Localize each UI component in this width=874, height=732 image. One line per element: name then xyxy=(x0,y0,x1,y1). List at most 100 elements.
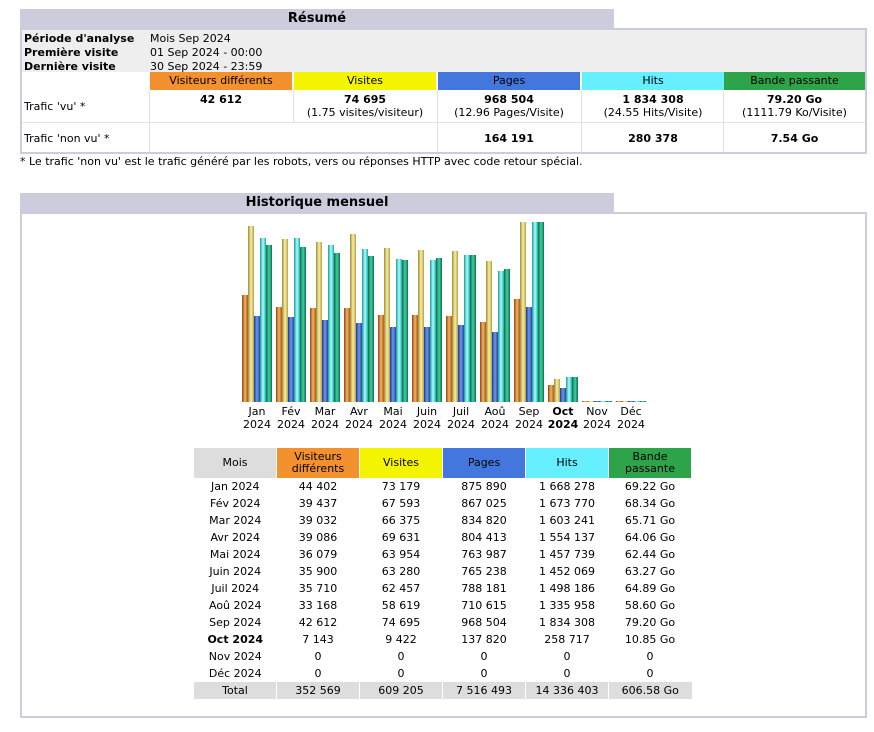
table-row: Juil 2024 35 710 62 457 788 181 1 498 186 64.… xyxy=(194,580,692,597)
value-cell: 58.60 Go xyxy=(624,599,676,612)
bar-pages xyxy=(254,316,260,402)
unseen-pages-value: 164 191 xyxy=(484,132,534,145)
bar-bandwidth xyxy=(368,256,374,402)
bar-visitors xyxy=(446,316,452,402)
value-cell: 69 631 xyxy=(381,531,421,544)
value-cell: 62 457 xyxy=(381,582,421,595)
value-cell: 0 xyxy=(480,650,488,663)
bar-bandwidth xyxy=(606,401,612,402)
table-header-row: Mois Visiteurs différents Visites Pages Hits… xyxy=(194,448,692,478)
bar-pages xyxy=(322,320,328,402)
bar-bandwidth xyxy=(640,401,646,402)
value-cell: 67 593 xyxy=(381,497,421,510)
last-visit-label: Dernière visite xyxy=(24,60,116,73)
bar-hits xyxy=(634,401,640,402)
month-cell: Oct 2024 xyxy=(207,633,264,646)
bar-visits xyxy=(418,250,424,402)
value-cell: 1 335 958 xyxy=(539,599,595,612)
value-cell: 10.85 Go xyxy=(624,633,676,646)
total-cell: 609 205 xyxy=(359,682,443,699)
header-pages: Pages xyxy=(442,448,526,478)
value-cell: 0 xyxy=(397,667,405,680)
bar-visitors xyxy=(480,322,486,402)
table-total-row: Total 352 569 609 205 7 516 493 14 336 403 60… xyxy=(194,682,692,699)
x-tick-month: Sep xyxy=(519,405,540,418)
bar-visits xyxy=(588,401,594,402)
value-cell: 0 xyxy=(314,667,322,680)
bar-visits xyxy=(350,234,356,402)
summary-panel: Période d'analyse Mois Sep 2024 Première… xyxy=(20,28,867,154)
bar-visitors xyxy=(548,385,554,402)
first-visit-value: 01 Sep 2024 - 00:00 xyxy=(150,46,263,59)
table-row: Oct 2024 7 143 9 422 137 820 258 717 10.85 Go xyxy=(194,631,692,648)
value-cell: 58 619 xyxy=(381,599,421,612)
bar-bandwidth xyxy=(334,253,340,402)
bar-visitors xyxy=(310,308,316,402)
bar-visits xyxy=(622,401,628,402)
bar-visitors xyxy=(616,401,622,402)
table-row: Sep 2024 42 612 74 695 968 504 1 834 308 79.2… xyxy=(194,614,692,631)
x-tick-month: Juil xyxy=(452,405,469,418)
bar-visits xyxy=(384,248,390,402)
bar-bandwidth xyxy=(470,255,476,402)
month-cell: Juil 2024 xyxy=(211,582,260,595)
seen-pages-value: 968 504 (12.96 Pages/Visite) xyxy=(454,93,564,119)
value-cell: 834 820 xyxy=(461,514,507,527)
seen-visitors-value: 42 612 xyxy=(199,93,243,106)
bar-visitors xyxy=(276,307,282,402)
value-cell: 0 xyxy=(314,650,322,663)
first-visit-label: Première visite xyxy=(24,46,119,59)
bar-hits xyxy=(396,259,402,402)
x-tick-year: 2024 xyxy=(447,418,475,431)
value-cell: 64.06 Go xyxy=(624,531,676,544)
value-cell: 63.27 Go xyxy=(624,565,676,578)
unseen-bandwidth-value: 7.54 Go xyxy=(770,132,819,145)
table-row: Mai 2024 36 079 63 954 763 987 1 457 739 62.4… xyxy=(194,546,692,563)
value-cell: 0 xyxy=(646,650,654,663)
x-tick-month: Oct xyxy=(552,405,573,418)
bar-pages xyxy=(594,401,600,402)
bar-hits xyxy=(532,222,538,402)
value-cell: 0 xyxy=(563,650,571,663)
bar-visitors xyxy=(514,299,520,402)
value-cell: 1 457 739 xyxy=(539,548,595,561)
table-row: Déc 2024 0 0 0 0 0 xyxy=(194,665,692,682)
bar-visits xyxy=(282,239,288,402)
value-cell: 0 xyxy=(563,667,571,680)
value-cell: 39 086 xyxy=(298,531,338,544)
value-cell: 7 143 xyxy=(302,633,334,646)
month-cell: Juin 2024 xyxy=(209,565,262,578)
value-cell: 0 xyxy=(480,667,488,680)
x-tick-year: 2024 xyxy=(515,418,543,431)
x-tick-year: 2024 xyxy=(413,418,441,431)
value-cell: 62.44 Go xyxy=(624,548,676,561)
bar-pages xyxy=(492,332,498,402)
bar-hits xyxy=(464,255,470,402)
bar-pages xyxy=(560,388,566,402)
header-month: Mois xyxy=(194,448,277,478)
bar-bandwidth xyxy=(538,222,544,402)
history-title: Historique mensuel xyxy=(20,193,614,212)
value-cell: 73 179 xyxy=(381,480,421,493)
month-cell: Mar 2024 xyxy=(209,514,262,527)
x-tick-month: Jan xyxy=(248,405,266,418)
table-row: Mar 2024 39 032 66 375 834 820 1 603 241 65.7… xyxy=(194,512,692,529)
value-cell: 968 504 xyxy=(461,616,507,629)
bar-bandwidth xyxy=(504,269,510,402)
value-cell: 1 554 137 xyxy=(539,531,595,544)
bar-visits xyxy=(452,251,458,402)
header-bandwidth: Bande passante xyxy=(608,448,692,478)
x-tick-month: Avr xyxy=(350,405,368,418)
header-bandwidth: Bande passante xyxy=(724,72,865,90)
value-cell: 79.20 Go xyxy=(624,616,676,629)
value-cell: 42 612 xyxy=(298,616,338,629)
header-hits: Hits xyxy=(582,72,724,90)
x-tick-month: Nov xyxy=(586,405,608,418)
x-tick-year: 2024 xyxy=(617,418,645,431)
table-row: Aoû 2024 33 168 58 619 710 615 1 335 958 58.6… xyxy=(194,597,692,614)
value-cell: 875 890 xyxy=(461,480,507,493)
value-cell: 804 413 xyxy=(461,531,507,544)
bar-hits xyxy=(260,238,266,402)
bar-visits xyxy=(316,242,322,402)
unseen-hits-value: 280 378 xyxy=(628,132,678,145)
